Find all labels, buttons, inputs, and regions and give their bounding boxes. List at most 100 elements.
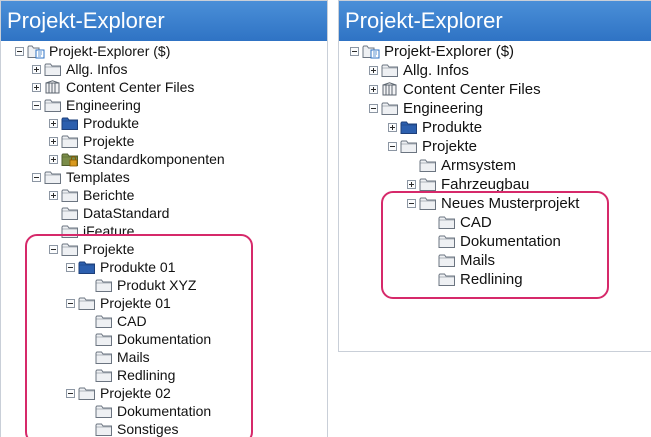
- folder-icon: [95, 368, 113, 383]
- library-icon: [44, 79, 62, 95]
- folder-icon: [61, 134, 79, 149]
- tree-node[interactable]: Content Center Files: [1, 78, 327, 96]
- screenshot-stage: Projekt-Explorer Projekt-Explorer ($) All…: [0, 0, 651, 437]
- tree-node-label: Berichte: [83, 187, 135, 203]
- tree-node[interactable]: Mails: [339, 251, 651, 270]
- collapse-minus-icon[interactable]: [49, 244, 58, 254]
- tree-node[interactable]: Engineering: [339, 99, 651, 118]
- tree-node[interactable]: Allg. Infos: [1, 60, 327, 78]
- tree-node[interactable]: Produkte: [339, 118, 651, 137]
- folder-icon: [61, 206, 79, 221]
- tree-node[interactable]: Redlining: [1, 366, 327, 384]
- expand-plus-icon[interactable]: [49, 190, 58, 200]
- tree-node[interactable]: Projekte 01: [1, 294, 327, 312]
- tree-node-label: Produkte: [83, 115, 140, 131]
- tree-node-label: Content Center Files: [403, 81, 541, 98]
- tree-node[interactable]: Projekte: [1, 240, 327, 258]
- tree-node[interactable]: Content Center Files: [339, 80, 651, 99]
- tree-node[interactable]: Dokumentation: [339, 232, 651, 251]
- tree-node-label: Neues Musterprojekt: [441, 195, 580, 212]
- folder-icon: [419, 158, 437, 173]
- expand-plus-icon[interactable]: [32, 82, 41, 92]
- tree-node[interactable]: Allg. Infos: [339, 61, 651, 80]
- tree-node-label: Projekte 01: [100, 295, 171, 311]
- project-tree: Projekt-Explorer ($) Allg. Infos Content C…: [339, 41, 651, 289]
- tree-node[interactable]: Produkte: [1, 114, 327, 132]
- project-root-icon: [27, 44, 45, 59]
- folder-blue-icon: [78, 260, 96, 275]
- collapse-minus-icon[interactable]: [15, 46, 24, 56]
- expand-plus-icon[interactable]: [49, 118, 58, 128]
- folder-icon: [61, 224, 79, 239]
- collapse-minus-icon[interactable]: [388, 142, 397, 151]
- tree-node[interactable]: Sonstiges: [1, 420, 327, 437]
- folder-icon: [438, 253, 456, 268]
- expand-plus-icon[interactable]: [369, 85, 378, 94]
- tree-node[interactable]: Mails: [1, 348, 327, 366]
- folder-icon: [61, 242, 79, 257]
- tree-node[interactable]: Armsystem: [339, 156, 651, 175]
- tree-node[interactable]: Projekte: [339, 137, 651, 156]
- tree-node[interactable]: Produkte 01: [1, 258, 327, 276]
- tree-node[interactable]: Neues Musterprojekt: [339, 194, 651, 213]
- tree-node-label: Dokumentation: [117, 331, 212, 347]
- tree-node[interactable]: CAD: [339, 213, 651, 232]
- collapse-minus-icon[interactable]: [66, 262, 75, 272]
- folder-icon: [438, 272, 456, 287]
- project-root-icon: [362, 44, 380, 59]
- folder-icon: [61, 188, 79, 203]
- folder-icon: [95, 332, 113, 347]
- project-explorer-panel-right: Projekt-Explorer Projekt-Explorer ($) All…: [338, 0, 651, 352]
- tree-node[interactable]: Dokumentation: [1, 330, 327, 348]
- tree-node[interactable]: iFeature: [1, 222, 327, 240]
- folder-icon: [78, 386, 96, 401]
- collapse-minus-icon[interactable]: [407, 199, 416, 208]
- expand-plus-icon[interactable]: [407, 180, 416, 189]
- expand-plus-icon[interactable]: [388, 123, 397, 132]
- collapse-minus-icon[interactable]: [369, 104, 378, 113]
- expand-plus-icon[interactable]: [32, 64, 41, 74]
- tree-node[interactable]: Templates: [1, 168, 327, 186]
- collapse-minus-icon[interactable]: [66, 298, 75, 308]
- tree-node[interactable]: Berichte: [1, 186, 327, 204]
- tree-node[interactable]: Redlining: [339, 270, 651, 289]
- tree-node[interactable]: DataStandard: [1, 204, 327, 222]
- tree-node-label: Produkte: [422, 119, 483, 136]
- tree-node[interactable]: Projekte: [1, 132, 327, 150]
- tree-node[interactable]: Standardkomponenten: [1, 150, 327, 168]
- folder-icon: [95, 350, 113, 365]
- expand-plus-icon[interactable]: [49, 154, 58, 164]
- folder-icon: [44, 98, 62, 113]
- tree-node[interactable]: Engineering: [1, 96, 327, 114]
- tree-node[interactable]: CAD: [1, 312, 327, 330]
- collapse-minus-icon[interactable]: [32, 100, 41, 110]
- tree-node-label: Mails: [460, 252, 496, 269]
- tree-node-label: Projekte: [83, 133, 135, 149]
- collapse-minus-icon[interactable]: [32, 172, 41, 182]
- collapse-minus-icon[interactable]: [350, 47, 359, 56]
- tree-node[interactable]: Projekt-Explorer ($): [1, 42, 327, 60]
- tree-node[interactable]: Projekte 02: [1, 384, 327, 402]
- tree-node[interactable]: Fahrzeugbau: [339, 175, 651, 194]
- tree-node[interactable]: Projekt-Explorer ($): [339, 42, 651, 61]
- expand-plus-icon[interactable]: [369, 66, 378, 75]
- tree-node-label: Engineering: [403, 100, 484, 117]
- folder-locked-icon: [61, 152, 79, 167]
- tree-node-label: iFeature: [83, 223, 135, 239]
- library-icon: [381, 82, 399, 97]
- collapse-minus-icon[interactable]: [66, 388, 75, 398]
- tree-node[interactable]: Dokumentation: [1, 402, 327, 420]
- folder-icon: [95, 278, 113, 293]
- expand-plus-icon[interactable]: [49, 136, 58, 146]
- tree-node-label: Standardkomponenten: [83, 151, 225, 167]
- tree-node-label: Redlining: [117, 367, 176, 383]
- folder-icon: [95, 314, 113, 329]
- tree-node[interactable]: Produkt XYZ: [1, 276, 327, 294]
